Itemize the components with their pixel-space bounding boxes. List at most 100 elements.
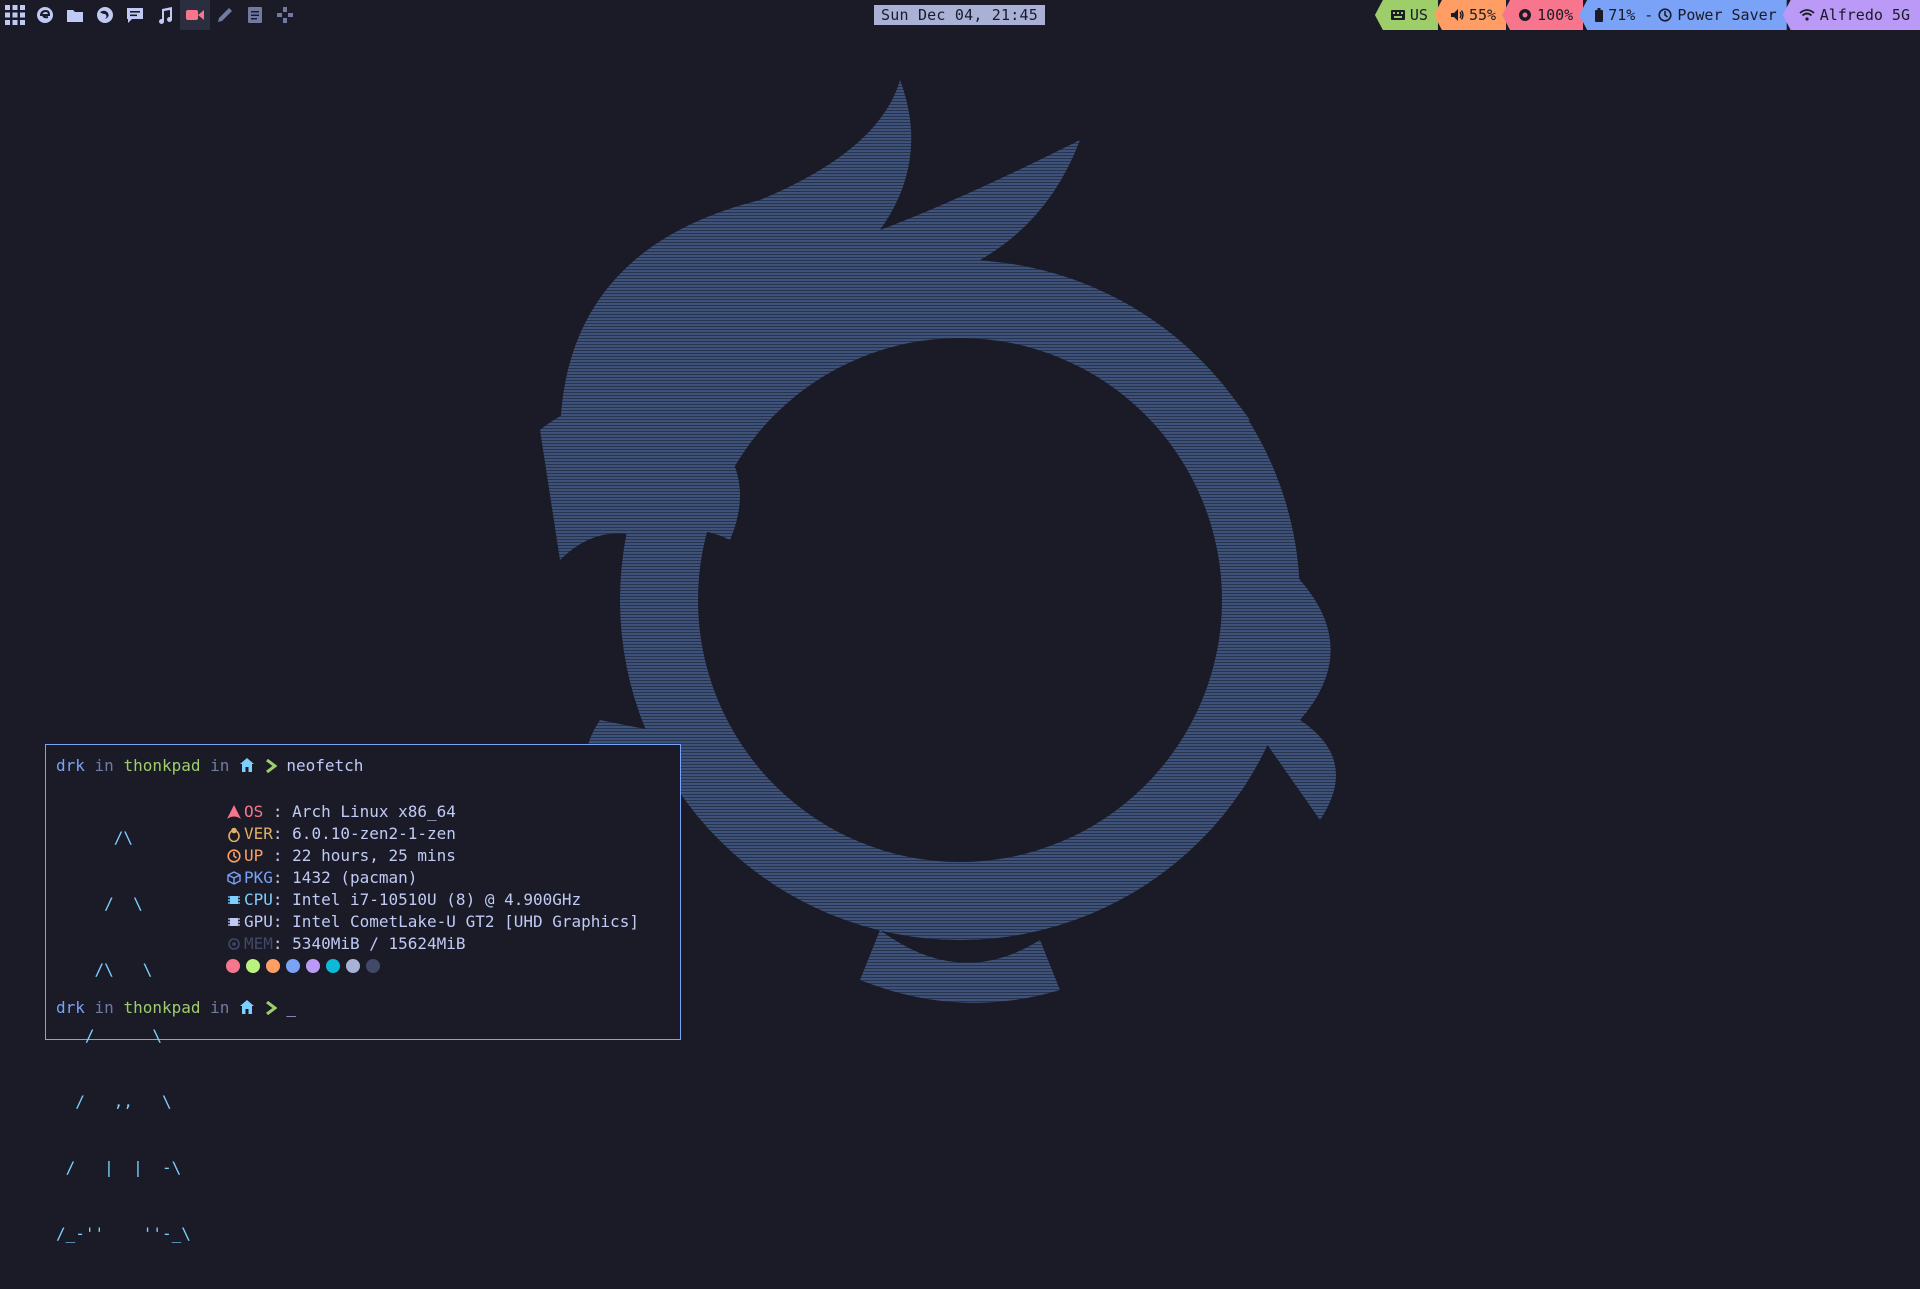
package-icon — [226, 870, 242, 886]
info-value: 6.0.10-zen2-1-zen — [292, 824, 456, 843]
launcher-tray — [0, 0, 300, 30]
apps-grid-icon[interactable] — [0, 0, 30, 30]
home-icon — [240, 758, 255, 772]
info-row-os: OS : Arch Linux x86_64 — [226, 801, 639, 823]
ascii-line: / ,, \ — [56, 1092, 172, 1111]
info-row-up: UP : 22 hours, 25 mins — [226, 845, 639, 867]
volume-label: 55% — [1468, 6, 1497, 24]
palette-swatch — [346, 959, 360, 973]
info-value: Intel i7-10510U (8) @ 4.900GHz — [292, 890, 582, 909]
ascii-line: /\ — [56, 828, 134, 847]
info-sep: : — [272, 890, 293, 909]
pen-icon[interactable] — [210, 0, 240, 30]
keyboard-layout-label: US — [1409, 6, 1428, 24]
prompt-in: in — [84, 998, 124, 1017]
power-profile-label: Power Saver — [1677, 6, 1777, 24]
palette-swatch — [306, 959, 320, 973]
info-row-gpu: GPU: Intel CometLake-U GT2 [UHD Graphics… — [226, 911, 639, 933]
info-sep: : — [272, 846, 293, 865]
prompt-line: drk in thonkpad in neofetch — [56, 755, 363, 777]
info-value: 1432 (pacman) — [292, 868, 418, 887]
wifi-icon — [1799, 9, 1815, 21]
record-icon[interactable] — [180, 0, 210, 30]
palette-swatch — [246, 959, 260, 973]
info-value: Arch Linux x86_64 — [292, 802, 456, 821]
prompt-host: thonkpad — [123, 998, 201, 1017]
brightness-label: 100% — [1537, 6, 1574, 24]
notes-icon[interactable] — [240, 0, 270, 30]
folder-icon[interactable] — [60, 0, 90, 30]
info-sep: : — [272, 802, 293, 821]
info-value: 22 hours, 25 mins — [292, 846, 456, 865]
info-row-cpu: CPU: Intel i7-10510U (8) @ 4.900GHz — [226, 889, 639, 911]
palette-swatch — [266, 959, 280, 973]
prompt-user: drk — [56, 756, 85, 775]
info-key: VER — [244, 824, 273, 843]
info-key: CPU — [244, 890, 273, 909]
clock[interactable]: Sun Dec 04, 21:45 — [874, 5, 1045, 25]
browser-icon[interactable] — [30, 0, 60, 30]
info-sep: : — [272, 868, 293, 887]
battery-label: 71% - — [1608, 6, 1654, 24]
info-sep: : — [272, 934, 293, 953]
wifi-indicator[interactable]: Alfredo 5G — [1782, 0, 1920, 30]
info-key: GPU — [244, 912, 273, 931]
battery-icon — [1595, 8, 1604, 22]
terminal-cursor[interactable]: _ — [286, 998, 296, 1017]
info-key: UP — [244, 846, 273, 865]
info-row-mem: MEM: 5340MiB / 15624MiB — [226, 933, 639, 955]
ascii-line: / \ — [56, 1026, 162, 1045]
terminal-window[interactable]: drk in thonkpad in neofetch /\ / \ /\ \ … — [45, 744, 681, 1243]
power-profile-icon — [1658, 8, 1672, 22]
prompt-user: drk — [56, 998, 85, 1017]
palette-swatch — [326, 959, 340, 973]
ascii-line: / | | -\ — [56, 1158, 182, 1177]
memory-icon — [226, 936, 242, 952]
battery-indicator[interactable]: 71% - Power Saver — [1579, 0, 1787, 30]
chat-icon[interactable] — [120, 0, 150, 30]
prompt-in: in — [84, 756, 124, 775]
system-info: OS : Arch Linux x86_64 VER: 6.0.10-zen2-… — [226, 801, 639, 977]
prompt-host: thonkpad — [123, 756, 201, 775]
status-tray: US 55% 100% 71% - Power Saver Alfredo 5G — [1374, 0, 1920, 30]
arch-icon — [226, 804, 242, 820]
keyboard-layout-indicator[interactable]: US — [1374, 0, 1438, 30]
brightness-indicator[interactable]: 100% — [1502, 0, 1584, 30]
info-key: MEM — [244, 934, 273, 953]
palette-swatch — [366, 959, 380, 973]
gamepad-icon[interactable] — [270, 0, 300, 30]
clock-icon — [226, 848, 242, 864]
music-icon[interactable] — [150, 0, 180, 30]
top-bar: Sun Dec 04, 21:45 US 55% 100% 71% - Powe… — [0, 0, 1920, 30]
ascii-line: /\ \ — [56, 960, 153, 979]
wifi-network-label: Alfredo 5G — [1819, 6, 1910, 24]
firefox-icon[interactable] — [90, 0, 120, 30]
brightness-icon — [1519, 9, 1532, 21]
color-palette — [226, 955, 639, 977]
cpu-icon — [226, 892, 242, 908]
info-row-ver: VER: 6.0.10-zen2-1-zen — [226, 823, 639, 845]
info-row-pkg: PKG: 1432 (pacman) — [226, 867, 639, 889]
palette-swatch — [226, 959, 240, 973]
prompt-command: neofetch — [286, 756, 364, 775]
info-value: 5340MiB / 15624MiB — [292, 934, 466, 953]
prompt-chevron-icon — [265, 758, 278, 774]
keyboard-icon — [1390, 10, 1405, 20]
info-value: Intel CometLake-U GT2 [UHD Graphics] — [292, 912, 639, 931]
volume-icon — [1450, 9, 1464, 21]
tux-icon — [226, 826, 242, 842]
arch-ascii-logo: /\ / \ /\ \ / \ / ,, \ / | | -\ /_-'' ''… — [56, 783, 191, 1289]
info-sep: : — [272, 824, 293, 843]
home-icon — [240, 1000, 255, 1014]
volume-indicator[interactable]: 55% — [1433, 0, 1507, 30]
prompt-in: in — [200, 756, 240, 775]
info-sep: : — [272, 912, 293, 931]
prompt-in: in — [200, 998, 240, 1017]
prompt-line: drk in thonkpad in _ — [56, 997, 296, 1019]
ascii-line: /_-'' ''-_\ — [56, 1224, 191, 1243]
prompt-chevron-icon — [265, 1000, 278, 1016]
info-key: PKG — [244, 868, 273, 887]
palette-swatch — [286, 959, 300, 973]
ascii-line: / \ — [56, 894, 143, 913]
gpu-icon — [226, 914, 242, 930]
